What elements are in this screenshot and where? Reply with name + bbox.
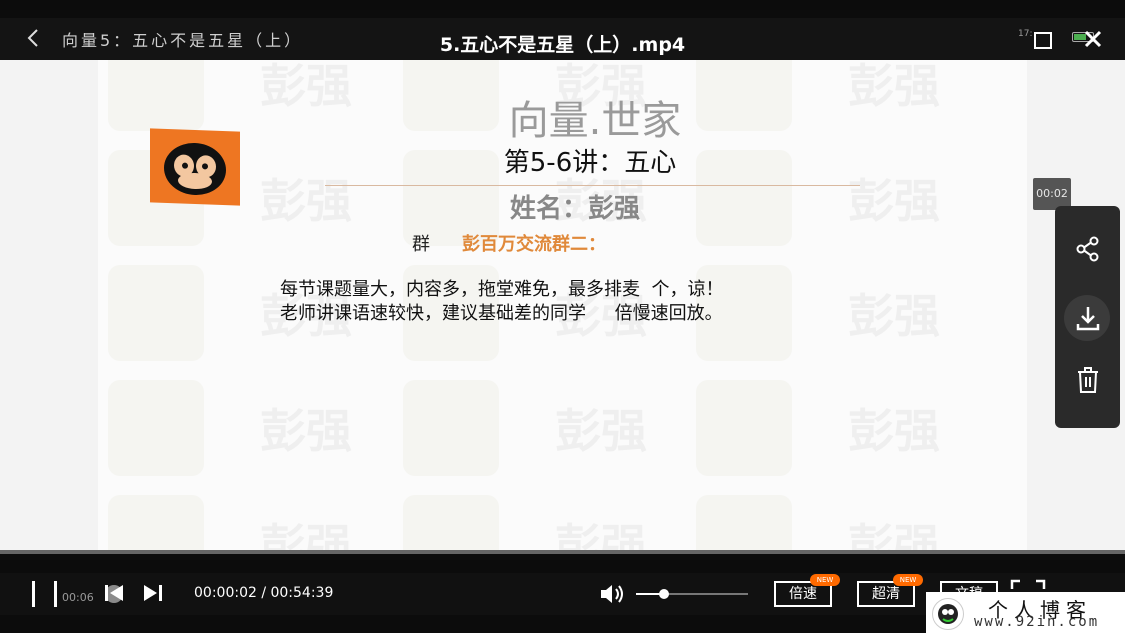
pause-icon[interactable] xyxy=(26,579,62,609)
watermark-tile xyxy=(696,380,792,476)
volume-icon[interactable] xyxy=(598,582,626,606)
watermark-tile xyxy=(696,495,792,550)
hover-time: 00:06 xyxy=(62,591,94,604)
new-badge: NEW xyxy=(893,574,923,586)
watermark-text: 彭强 xyxy=(555,404,647,458)
watermark-text: 彭强 xyxy=(848,404,940,458)
watermark-text: 彭强 xyxy=(555,519,647,550)
group-label: 群 xyxy=(412,234,430,255)
share-icon xyxy=(1076,236,1099,262)
maximize-icon[interactable] xyxy=(1034,32,1052,49)
watermark-tile xyxy=(403,380,499,476)
watermark-text: 彭强 xyxy=(848,519,940,550)
watermark-text: 彭强 xyxy=(260,519,352,550)
time-display: 00:00:02 / 00:54:39 xyxy=(194,585,334,601)
next-icon[interactable] xyxy=(142,583,164,603)
video-title: 5.五心不是五星（上）.mp4 xyxy=(439,34,686,56)
volume-slider[interactable] xyxy=(636,589,748,599)
watermark-tile xyxy=(108,380,204,476)
trash-icon xyxy=(1078,367,1098,393)
notice-line: 每节课题量大，内容多，拖堂难免，最多排麦 个，谅！ xyxy=(280,279,724,300)
title-divider xyxy=(325,185,860,186)
delete-button[interactable] xyxy=(1055,354,1120,414)
lecture-title: 第5-6讲：五心 xyxy=(503,148,677,178)
video-frame[interactable]: 彭强 彭强 彭强 彭强 彭强 彭强 彭强 彭强 彭强 彭强 彭强 彭强 彭强 彭强 彭强 向量.世家 第5-… xyxy=(0,60,1125,550)
clock-text: 17: xyxy=(1018,29,1033,39)
download-button[interactable] xyxy=(1055,294,1120,354)
blog-url: www.92in.com xyxy=(974,614,1100,630)
watermark-tile xyxy=(108,265,204,361)
watermark-text: 彭强 xyxy=(260,404,352,458)
seek-bar[interactable] xyxy=(0,550,1125,554)
new-badge: NEW xyxy=(810,574,840,586)
download-icon xyxy=(1076,307,1100,331)
group-name: 彭百万交流群二： xyxy=(462,234,606,255)
quality-button[interactable]: 超清 NEW xyxy=(857,574,923,607)
quality-label: 超清 xyxy=(872,586,900,602)
watermark-tile xyxy=(108,495,204,550)
previous-icon[interactable] xyxy=(103,583,125,603)
blog-avatar-icon xyxy=(932,598,964,630)
blog-watermark: 个人博客 www.92in.com xyxy=(926,592,1125,633)
volume-knob[interactable] xyxy=(659,589,669,599)
author-name: 姓名：彭强 xyxy=(509,194,640,224)
speed-button[interactable]: 倍速 NEW xyxy=(774,574,840,607)
share-button[interactable] xyxy=(1055,224,1120,284)
watermark-text: 彭强 xyxy=(848,289,940,343)
speed-label: 倍速 xyxy=(789,586,817,602)
close-icon[interactable] xyxy=(1080,26,1106,52)
side-action-menu xyxy=(1055,206,1120,428)
title-bar: 向量5：五心不是五星（上） 5.五心不是五星（上）.mp4 17: xyxy=(0,18,1125,60)
notice-line: 老师讲课语速较快，建议基础差的同学 倍慢速回放。 xyxy=(280,303,723,324)
watermark-tile xyxy=(403,495,499,550)
